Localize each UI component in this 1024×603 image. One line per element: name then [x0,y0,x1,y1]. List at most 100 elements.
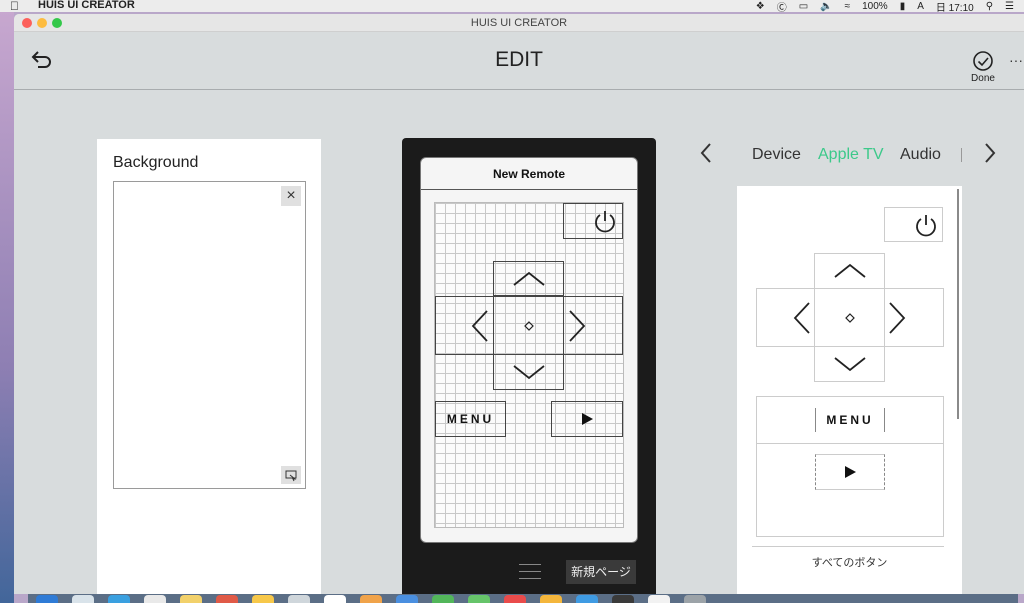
palette-play-button[interactable] [815,454,885,490]
background-label: Background [113,154,199,171]
remote-select-button[interactable] [493,296,564,355]
chevron-down-icon [833,357,866,372]
remote-power-button[interactable] [563,203,623,239]
mail-icon[interactable] [144,595,166,603]
remote-device-preview: New Remote MENU 新規ページ [402,138,656,594]
more-button[interactable]: ··· [1009,52,1023,68]
app-store-icon[interactable] [396,595,418,603]
ibooks-icon[interactable] [540,595,562,603]
button-palette: MENU すべてのボタン [737,186,962,594]
palette-down-button[interactable] [814,346,885,382]
close-window-button[interactable] [22,18,32,28]
palette-left-button[interactable] [756,288,815,347]
minimize-window-button[interactable] [37,18,47,28]
power-icon [595,211,615,233]
chevron-left-icon [700,143,711,163]
finder-icon[interactable] [36,595,58,603]
remote-play-button[interactable] [551,401,623,437]
battery-percent: 100% [862,1,888,12]
page-title: EDIT [495,48,543,71]
diamond-icon [844,312,855,323]
battery-icon[interactable]: ▮ [900,1,906,12]
sound-icon[interactable]: 🔈 [820,1,832,12]
notes-icon[interactable] [180,595,202,603]
palette-menu-label: MENU [826,413,874,427]
play-icon [582,413,593,425]
notification-center-icon[interactable]: ☰ [1005,1,1014,12]
palette-tab-apple-tv[interactable]: Apple TV [818,146,884,164]
photos-icon[interactable] [360,595,382,603]
background-panel: Background × [97,139,321,594]
all-buttons-link[interactable]: すべてのボタン [737,554,962,570]
textedit-icon[interactable] [324,595,346,603]
system-menu-bar:  HUIS UI CREATOR ❖ Ⓒ ▭ 🔈 ≈ 100% ▮ A 日 1… [0,0,1024,14]
system-preferences-icon[interactable] [576,595,598,603]
title-bar: HUIS UI CREATOR [14,14,1024,32]
itunes-icon[interactable] [504,595,526,603]
palette-next-button[interactable] [984,142,996,170]
chevron-up-icon [833,263,866,278]
check-circle-icon [973,51,993,71]
footer-divider [752,546,944,547]
terminal-icon[interactable] [612,595,634,603]
remote-menu-button[interactable]: MENU [435,401,506,437]
page-list-menu-button[interactable] [519,564,541,585]
chevron-right-icon [985,143,996,163]
edit-toolbar: EDIT Done ··· [14,32,1024,90]
remote-screen: New Remote MENU [420,157,638,543]
palette-tab-bar: Device Apple TV Audio [694,140,1004,170]
new-page-button[interactable]: 新規ページ [566,560,636,584]
chevron-left-icon [793,301,810,334]
palette-menu-button[interactable]: MENU [815,408,885,432]
remote-menu-label: MENU [446,412,495,426]
remote-up-button[interactable] [493,261,564,296]
desktop-wallpaper [0,12,14,603]
preview-icon[interactable] [288,595,310,603]
chevron-up-icon [512,271,545,286]
s-icon[interactable]: Ⓒ [777,0,787,14]
folder-icon[interactable] [252,595,274,603]
power-icon [916,214,936,236]
app-menu-name[interactable]: HUIS UI CREATOR [38,0,135,11]
remote-layout-grid[interactable]: MENU [434,202,624,528]
palette-right-button[interactable] [884,288,944,347]
remove-background-button[interactable]: × [281,186,301,206]
clock[interactable]: 日 17:10 [936,0,974,14]
safari-icon[interactable] [108,595,130,603]
palette-play-row [756,443,944,537]
play-icon [845,466,856,478]
palette-up-button[interactable] [814,253,885,289]
palette-menu-row: MENU [756,396,944,444]
palette-tab-audio[interactable]: Audio [900,146,941,164]
remote-title[interactable]: New Remote [421,158,637,190]
facetime-icon[interactable] [468,595,490,603]
huis-app-icon[interactable] [648,595,670,603]
background-image-frame[interactable]: × [113,181,306,489]
chevron-right-icon [889,301,906,334]
dropbox-icon[interactable]: ❖ [756,1,765,12]
remote-left-button[interactable] [435,296,494,355]
spotlight-icon[interactable]: ⚲ [986,1,993,12]
remote-right-button[interactable] [563,296,623,355]
palette-tab-device[interactable]: Device [752,146,801,164]
done-label: Done [971,73,995,84]
input-source[interactable]: A [917,1,924,12]
diamond-icon [523,320,534,331]
airplay-icon[interactable]: ▭ [799,1,808,12]
palette-scrollbar[interactable] [957,189,959,419]
messages-icon[interactable] [432,595,454,603]
tab-divider [961,148,962,162]
palette-power-button[interactable] [884,207,943,242]
zoom-window-button[interactable] [52,18,62,28]
dock [28,594,1018,603]
remote-down-button[interactable] [493,354,564,390]
select-image-button[interactable] [281,466,301,484]
palette-select-button[interactable] [814,288,885,347]
palette-prev-button[interactable] [700,142,712,170]
trash-icon[interactable] [684,595,706,603]
launchpad-icon[interactable] [72,595,94,603]
calendar-icon[interactable] [216,595,238,603]
done-button[interactable]: Done [966,50,1000,84]
window-title: HUIS UI CREATOR [470,17,568,29]
wifi-icon[interactable]: ≈ [845,1,851,12]
